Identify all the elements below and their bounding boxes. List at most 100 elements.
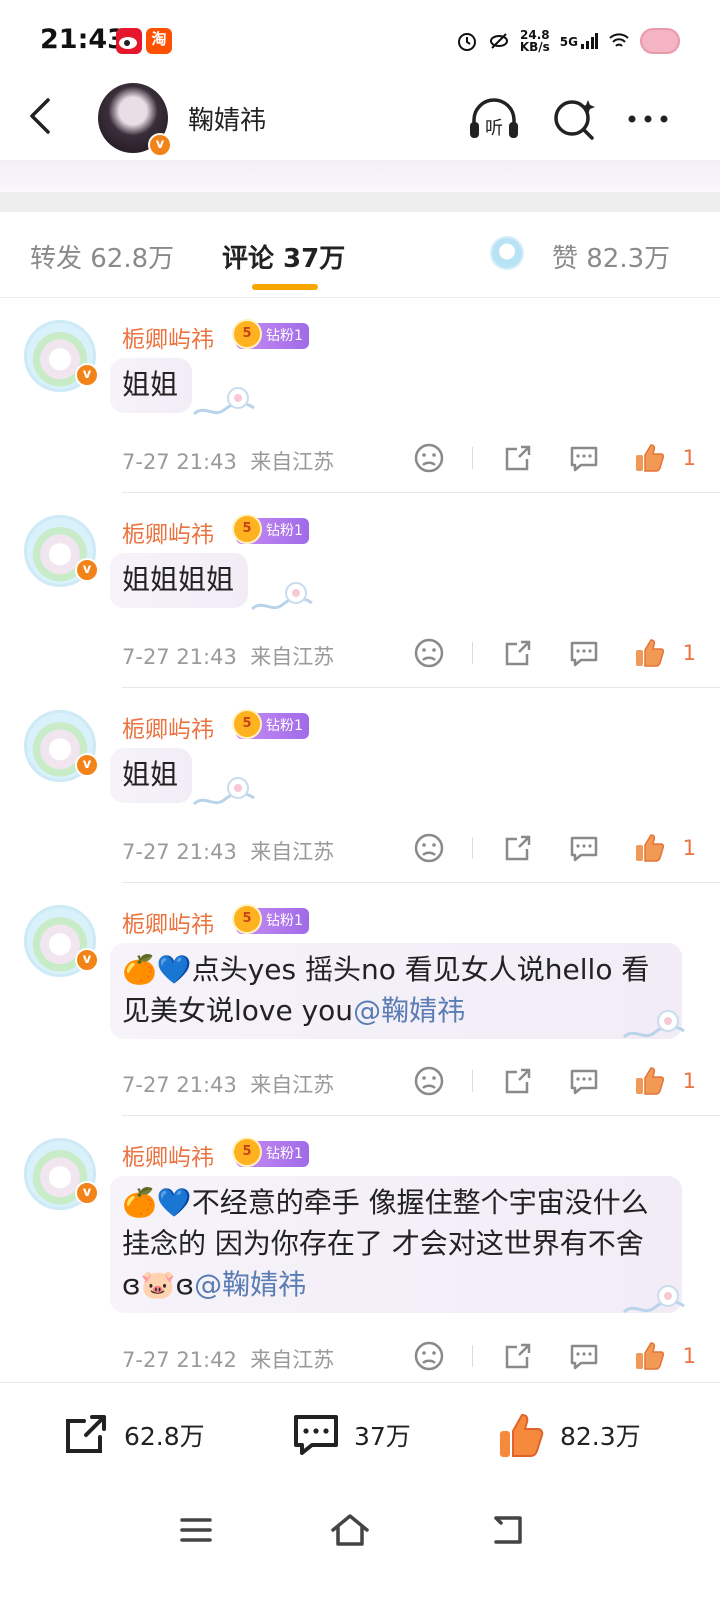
tab-active-indicator: [252, 284, 318, 290]
bottom-action-bar: 62.8万 37万 82.3万: [0, 1382, 720, 1486]
like-icon[interactable]: [633, 636, 667, 670]
commenter-avatar[interactable]: v: [24, 710, 99, 782]
repost-button[interactable]: 62.8万: [60, 1409, 205, 1461]
commenter-name[interactable]: 栀卿屿祎: [122, 515, 214, 549]
taobao-icon: 淘: [146, 28, 172, 54]
reply-icon[interactable]: [567, 1339, 601, 1373]
share-icon[interactable]: [501, 831, 535, 865]
comment-bubble[interactable]: 姐姐姐姐: [110, 553, 249, 608]
comment-text: 姐姐姐姐: [122, 563, 235, 596]
fan-badge[interactable]: 5 钻粉1: [232, 709, 309, 739]
crown-icon: 5: [232, 319, 262, 349]
comment-bubble[interactable]: 姐姐: [110, 748, 193, 803]
commenter-avatar[interactable]: v: [24, 320, 99, 392]
comment-item: v 栀卿屿祎 5 钻粉1 🍊💙不经意的牵手 像握住整个宇宙没什么挂念的 因为你存…: [0, 1116, 720, 1386]
headphones-listen-icon[interactable]: 听: [468, 96, 520, 142]
commenter-name[interactable]: 栀卿屿祎: [122, 710, 214, 744]
comment-button[interactable]: 37万: [290, 1409, 411, 1461]
like-icon[interactable]: [633, 441, 667, 475]
comment-list: v 栀卿屿祎 5 钻粉1 姐姐 7-27 21:43 来自江苏 1 v 栀卿屿祎…: [0, 298, 720, 1386]
dislike-face-icon[interactable]: [412, 636, 446, 670]
comment-item: v 栀卿屿祎 5 钻粉1 姐姐 7-27 21:43 来自江苏 1: [0, 298, 720, 493]
signal-icon: 5G: [560, 33, 598, 49]
verified-badge-icon: v: [75, 753, 99, 777]
verified-badge-icon: v: [75, 363, 99, 387]
bubble-bow-icon: [192, 387, 255, 416]
reply-icon[interactable]: [567, 831, 601, 865]
svg-text:听: 听: [485, 118, 503, 139]
mention-link[interactable]: @鞠婧祎: [194, 1268, 306, 1301]
system-nav-bar: [0, 1486, 720, 1608]
author-name[interactable]: 鞠婧祎: [188, 100, 266, 137]
divider: [471, 447, 473, 469]
top-header: v 鞠婧祎 听: [0, 80, 720, 160]
comment-bubble[interactable]: 姐姐: [110, 358, 193, 413]
net-speed: 24.8 KB/s: [519, 28, 550, 54]
dislike-face-icon[interactable]: [412, 1064, 446, 1098]
battery-icon: [640, 28, 680, 54]
comment-meta: 7-27 21:43 来自江苏: [122, 1073, 335, 1097]
comment-icon: [294, 1415, 338, 1455]
crown-icon: 5: [232, 514, 262, 544]
more-icon[interactable]: [624, 96, 676, 142]
weibo-icon: [116, 28, 142, 54]
like-icon[interactable]: [633, 1064, 667, 1098]
commenter-name[interactable]: 栀卿屿祎: [122, 1138, 214, 1172]
like-count: 1: [682, 446, 696, 470]
verified-badge-icon: v: [148, 133, 172, 157]
comment-meta: 7-27 21:43 来自江苏: [122, 840, 335, 864]
tab-comment[interactable]: 评论 37万: [222, 238, 345, 275]
comment-bubble[interactable]: 🍊💙点头yes 摇头no 看见女人说hello 看见美女说love you@鞠婧…: [110, 943, 682, 1039]
reply-icon[interactable]: [567, 636, 601, 670]
like-icon[interactable]: [633, 831, 667, 865]
verified-badge-icon: v: [75, 948, 99, 972]
share-icon[interactable]: [501, 1339, 535, 1373]
crown-icon: 5: [232, 1137, 262, 1167]
like-filled-icon: [500, 1413, 544, 1457]
like-total: 82.3万: [560, 1422, 641, 1451]
author-avatar[interactable]: v: [98, 83, 172, 157]
comment-actions: 1: [412, 636, 696, 670]
commenter-name[interactable]: 栀卿屿祎: [122, 905, 214, 939]
home-icon[interactable]: [330, 1510, 370, 1550]
status-time: 21:43: [40, 24, 126, 55]
dislike-face-icon[interactable]: [412, 441, 446, 475]
share-icon[interactable]: [501, 1064, 535, 1098]
commenter-avatar[interactable]: v: [24, 1138, 99, 1210]
fan-badge[interactable]: 5 钻粉1: [232, 904, 309, 934]
fan-badge[interactable]: 5 钻粉1: [232, 514, 309, 544]
commenter-name[interactable]: 栀卿屿祎: [122, 320, 214, 354]
comment-meta: 7-27 21:43 来自江苏: [122, 450, 335, 474]
share-icon[interactable]: [501, 636, 535, 670]
fan-badge[interactable]: 5 钻粉1: [232, 319, 309, 349]
fan-badge[interactable]: 5 钻粉1: [232, 1137, 309, 1167]
bubble-bow-icon: [192, 777, 255, 806]
tab-repost[interactable]: 转发 62.8万: [30, 238, 174, 275]
comment-actions: 1: [412, 1339, 696, 1373]
like-icon[interactable]: [633, 1339, 667, 1373]
comment-actions: 1: [412, 441, 696, 475]
menu-icon[interactable]: [176, 1510, 216, 1550]
section-divider: [0, 192, 720, 212]
commenter-avatar[interactable]: v: [24, 515, 99, 587]
bubble-bow-icon: [622, 1010, 685, 1039]
verified-badge-icon: v: [75, 558, 99, 582]
reply-icon[interactable]: [567, 441, 601, 475]
share-icon[interactable]: [501, 441, 535, 475]
like-button[interactable]: 82.3万: [496, 1409, 641, 1461]
comment-actions: 1: [412, 831, 696, 865]
search-sparkle-icon[interactable]: [550, 96, 602, 142]
comment-bubble[interactable]: 🍊💙不经意的牵手 像握住整个宇宙没什么挂念的 因为你存在了 才会对这世界有不舍 …: [110, 1176, 682, 1313]
decor-band: [0, 160, 720, 192]
alarm-icon: [457, 33, 476, 51]
status-indicators: 24.8 KB/s 5G: [456, 28, 680, 54]
tab-like[interactable]: 赞 82.3万: [552, 238, 670, 275]
reply-icon[interactable]: [567, 1064, 601, 1098]
back-nav-icon[interactable]: [488, 1510, 528, 1550]
dislike-face-icon[interactable]: [412, 1339, 446, 1373]
commenter-avatar[interactable]: v: [24, 905, 99, 977]
divider: [471, 1070, 473, 1092]
mention-link[interactable]: @鞠婧祎: [353, 994, 465, 1027]
dislike-face-icon[interactable]: [412, 831, 446, 865]
back-icon[interactable]: [22, 96, 62, 136]
